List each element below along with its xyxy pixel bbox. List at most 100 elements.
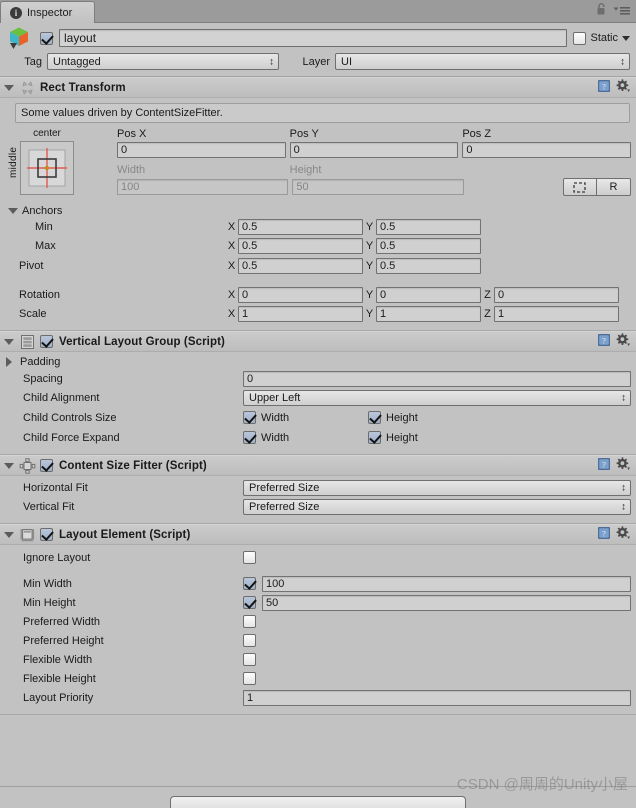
- help-book-icon[interactable]: ?: [597, 457, 611, 474]
- child-alignment-row: Child Alignment Upper Left: [5, 389, 631, 406]
- gear-icon[interactable]: [616, 526, 631, 543]
- pos-y-input[interactable]: 0: [289, 142, 459, 158]
- width-input[interactable]: 100: [117, 179, 289, 195]
- flexible-width-label: Flexible Width: [23, 653, 93, 666]
- spacing-value: 0: [247, 372, 254, 385]
- vertical-fit-dropdown[interactable]: Preferred Size: [243, 498, 631, 515]
- layout-element-title: Layout Element (Script): [59, 528, 191, 541]
- tag-dropdown[interactable]: Untagged: [47, 53, 279, 70]
- rotation-x-axis: X: [227, 288, 236, 301]
- help-book-icon[interactable]: ?: [597, 79, 611, 96]
- pos-z-input[interactable]: 0: [462, 142, 632, 158]
- flexible-height-row: Flexible Height: [5, 670, 631, 687]
- layout-priority-input[interactable]: 1: [243, 689, 631, 706]
- child-controls-height-checkbox[interactable]: [368, 411, 381, 424]
- child-alignment-dropdown[interactable]: Upper Left: [243, 389, 631, 406]
- help-book-icon[interactable]: ?: [597, 526, 611, 543]
- gear-icon[interactable]: [616, 79, 631, 96]
- gear-icon[interactable]: [616, 457, 631, 474]
- lock-icon[interactable]: [596, 3, 607, 19]
- foldout-arrow-icon[interactable]: [4, 531, 14, 538]
- anchors-foldout-arrow-icon[interactable]: [8, 207, 18, 214]
- rotation-y-axis: Y: [365, 288, 374, 301]
- child-force-expand-height-checkbox[interactable]: [368, 431, 381, 444]
- anchor-preset-top-label: center: [33, 128, 61, 139]
- rotation-y-input[interactable]: 0: [376, 286, 481, 303]
- tab-inspector-label: Inspector: [27, 6, 73, 19]
- gear-icon[interactable]: [616, 333, 631, 350]
- child-controls-height-label: Height: [386, 411, 418, 424]
- min-height-input[interactable]: 50: [262, 594, 631, 611]
- width-value: 100: [121, 181, 140, 193]
- prefab-cube-icon[interactable]: [6, 25, 34, 51]
- layout-element-enabled-checkbox[interactable]: [40, 528, 53, 541]
- flexible-height-checkbox[interactable]: [243, 672, 256, 685]
- anchor-max-y-value: 0.5: [380, 239, 396, 252]
- spacing-label: Spacing: [23, 372, 63, 385]
- rotation-y-value: 0: [380, 288, 387, 301]
- child-force-expand-width-checkbox[interactable]: [243, 431, 256, 444]
- anchor-max-y-input[interactable]: 0.5: [376, 237, 481, 254]
- blueprint-mode-button[interactable]: [562, 178, 597, 196]
- vertical-layout-group-header[interactable]: Vertical Layout Group (Script) ?: [0, 332, 636, 352]
- flexible-width-row: Flexible Width: [5, 651, 631, 668]
- ignore-layout-checkbox[interactable]: [243, 551, 256, 564]
- horizontal-fit-dropdown[interactable]: Preferred Size: [243, 479, 631, 496]
- padding-foldout-arrow-icon[interactable]: [6, 357, 16, 367]
- min-width-checkbox[interactable]: [243, 577, 256, 590]
- layout-priority-row: Layout Priority 1: [5, 689, 631, 706]
- layer-dropdown[interactable]: UI: [335, 53, 630, 70]
- anchor-preset-widget[interactable]: [20, 141, 74, 195]
- pos-x-value: 0: [121, 144, 128, 156]
- scale-z-input[interactable]: 1: [494, 305, 619, 322]
- preferred-height-row: Preferred Height: [5, 632, 631, 649]
- min-height-checkbox[interactable]: [243, 596, 256, 609]
- pivot-y-input[interactable]: 0.5: [376, 257, 481, 274]
- chevron-down-icon[interactable]: [622, 35, 630, 41]
- content-size-fitter-enabled-checkbox[interactable]: [40, 459, 53, 472]
- anchor-min-y-input[interactable]: 0.5: [376, 218, 481, 235]
- rotation-x-input[interactable]: 0: [238, 286, 363, 303]
- height-input[interactable]: 50: [292, 179, 464, 195]
- foldout-arrow-icon[interactable]: [4, 462, 14, 469]
- flexible-width-checkbox[interactable]: [243, 653, 256, 666]
- static-control: Static: [573, 31, 630, 45]
- anchor-min-x-input[interactable]: 0.5: [238, 218, 363, 235]
- min-width-input[interactable]: 100: [262, 575, 631, 592]
- tab-inspector[interactable]: i Inspector: [0, 1, 96, 23]
- pivot-x-input[interactable]: 0.5: [238, 257, 363, 274]
- layer-label: Layer: [302, 55, 330, 68]
- ignore-layout-row: Ignore Layout: [5, 549, 631, 566]
- rotation-x-value: 0: [242, 288, 249, 301]
- gameobject-enabled-checkbox[interactable]: [40, 31, 53, 45]
- scale-row: Scale X 1 Y 1 Z 1: [5, 305, 631, 322]
- spacing-input[interactable]: 0: [243, 370, 631, 387]
- content-size-fitter-icon: [19, 457, 36, 474]
- pos-x-input[interactable]: 0: [117, 142, 286, 158]
- foldout-arrow-icon[interactable]: [4, 338, 14, 345]
- preferred-height-checkbox[interactable]: [243, 634, 256, 647]
- content-size-fitter-header[interactable]: Content Size Fitter (Script) ?: [0, 456, 636, 476]
- preferred-width-row: Preferred Width: [5, 613, 631, 630]
- hamburger-menu-icon[interactable]: [613, 4, 630, 19]
- min-width-label: Min Width: [23, 577, 72, 590]
- rotation-z-value: 0: [498, 288, 505, 301]
- component-vertical-layout-group: Vertical Layout Group (Script) ? Padding…: [0, 331, 636, 455]
- vertical-layout-group-enabled-checkbox[interactable]: [40, 335, 53, 348]
- rect-transform-header[interactable]: Rect Transform ?: [0, 78, 636, 98]
- foldout-arrow-icon[interactable]: [4, 84, 14, 91]
- rotation-z-input[interactable]: 0: [494, 286, 619, 303]
- help-book-icon[interactable]: ?: [597, 333, 611, 350]
- anchor-max-x-input[interactable]: 0.5: [238, 237, 363, 254]
- scale-y-input[interactable]: 1: [376, 305, 481, 322]
- child-controls-width-checkbox[interactable]: [243, 411, 256, 424]
- layout-element-header[interactable]: Layout Element (Script) ?: [0, 525, 636, 545]
- gameobject-name-input[interactable]: layout: [59, 29, 568, 47]
- scale-x-axis: X: [227, 307, 236, 320]
- pivot-row: Pivot X 0.5 Y 0.5: [5, 257, 631, 274]
- add-component-button[interactable]: [170, 796, 466, 808]
- preferred-width-checkbox[interactable]: [243, 615, 256, 628]
- raw-edit-button[interactable]: R: [596, 178, 631, 196]
- static-checkbox[interactable]: [573, 31, 587, 45]
- scale-x-input[interactable]: 1: [238, 305, 363, 322]
